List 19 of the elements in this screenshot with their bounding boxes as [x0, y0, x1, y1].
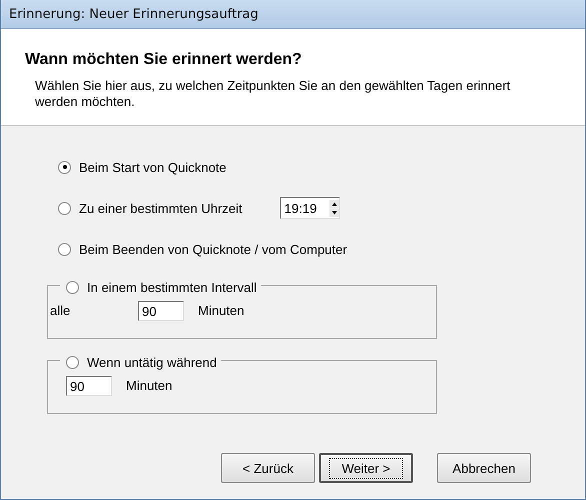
minutes-field[interactable]: 90 — [66, 376, 112, 396]
unit-label: Minuten — [126, 378, 172, 393]
radio-option[interactable]: Wenn untätig während — [66, 354, 217, 370]
radio-option[interactable]: In einem bestimmten Intervall — [66, 280, 257, 294]
dialog-button[interactable]: Abbrechen — [437, 453, 531, 483]
time-spinner[interactable]: 19:19 — [280, 197, 340, 219]
radio-option[interactable]: Beim Start von Quicknote — [58, 160, 226, 174]
radio-option[interactable]: Beim Beenden von Quicknote / vom Computer — [58, 242, 348, 256]
down-arrow-icon[interactable] — [330, 208, 339, 216]
dialog-button[interactable]: < Zurück — [221, 453, 315, 483]
window-title: Erinnerung: Neuer Erinnerungsauftrag — [9, 6, 258, 22]
description-text: Wählen Sie hier aus, zu welchen Zeitpunkten Sie an den gewählten Tagen erinnert werden möchten. — [35, 78, 512, 110]
radio-option[interactable]: Zu einer bestimmten Uhrzeit — [58, 200, 242, 216]
unit-label: Minuten — [198, 303, 244, 318]
minutes-field[interactable]: 90 — [138, 300, 184, 320]
field-label: alle — [50, 303, 72, 318]
page-heading: Wann möchten Sie erinnert werden? — [25, 51, 303, 69]
up-arrow-icon[interactable] — [330, 200, 339, 208]
dialog-button[interactable]: Weiter > — [319, 453, 413, 483]
